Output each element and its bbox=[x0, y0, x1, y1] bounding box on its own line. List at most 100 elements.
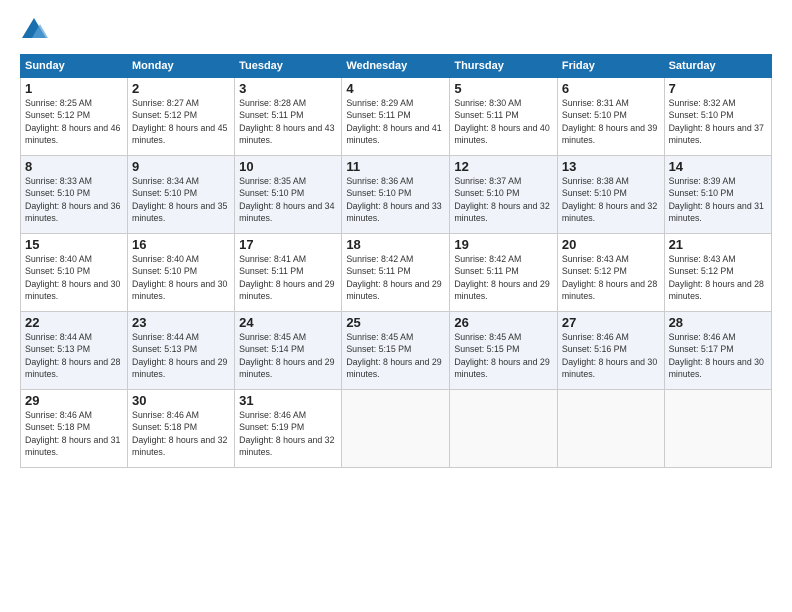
day-cell-22: 22Sunrise: 8:44 AMSunset: 5:13 PMDayligh… bbox=[21, 312, 128, 390]
day-cell-2: 2Sunrise: 8:27 AMSunset: 5:12 PMDaylight… bbox=[128, 78, 235, 156]
day-info: Sunrise: 8:43 AMSunset: 5:12 PMDaylight:… bbox=[562, 253, 660, 302]
day-info: Sunrise: 8:46 AMSunset: 5:19 PMDaylight:… bbox=[239, 409, 337, 458]
calendar-week-1: 1Sunrise: 8:25 AMSunset: 5:12 PMDaylight… bbox=[21, 78, 772, 156]
day-number: 10 bbox=[239, 159, 337, 174]
day-cell-4: 4Sunrise: 8:29 AMSunset: 5:11 PMDaylight… bbox=[342, 78, 450, 156]
day-info: Sunrise: 8:39 AMSunset: 5:10 PMDaylight:… bbox=[669, 175, 767, 224]
day-number: 28 bbox=[669, 315, 767, 330]
day-number: 23 bbox=[132, 315, 230, 330]
day-info: Sunrise: 8:33 AMSunset: 5:10 PMDaylight:… bbox=[25, 175, 123, 224]
day-cell-19: 19Sunrise: 8:42 AMSunset: 5:11 PMDayligh… bbox=[450, 234, 557, 312]
day-number: 30 bbox=[132, 393, 230, 408]
day-info: Sunrise: 8:42 AMSunset: 5:11 PMDaylight:… bbox=[346, 253, 445, 302]
day-cell-8: 8Sunrise: 8:33 AMSunset: 5:10 PMDaylight… bbox=[21, 156, 128, 234]
day-cell-29: 29Sunrise: 8:46 AMSunset: 5:18 PMDayligh… bbox=[21, 390, 128, 468]
col-header-tuesday: Tuesday bbox=[235, 55, 342, 78]
col-header-friday: Friday bbox=[557, 55, 664, 78]
calendar-week-4: 22Sunrise: 8:44 AMSunset: 5:13 PMDayligh… bbox=[21, 312, 772, 390]
day-number: 18 bbox=[346, 237, 445, 252]
logo bbox=[20, 16, 52, 44]
day-cell-1: 1Sunrise: 8:25 AMSunset: 5:12 PMDaylight… bbox=[21, 78, 128, 156]
day-info: Sunrise: 8:44 AMSunset: 5:13 PMDaylight:… bbox=[132, 331, 230, 380]
day-cell-25: 25Sunrise: 8:45 AMSunset: 5:15 PMDayligh… bbox=[342, 312, 450, 390]
empty-cell bbox=[557, 390, 664, 468]
day-cell-26: 26Sunrise: 8:45 AMSunset: 5:15 PMDayligh… bbox=[450, 312, 557, 390]
day-number: 7 bbox=[669, 81, 767, 96]
empty-cell bbox=[664, 390, 771, 468]
day-number: 13 bbox=[562, 159, 660, 174]
day-info: Sunrise: 8:40 AMSunset: 5:10 PMDaylight:… bbox=[25, 253, 123, 302]
day-info: Sunrise: 8:37 AMSunset: 5:10 PMDaylight:… bbox=[454, 175, 552, 224]
calendar-table: SundayMondayTuesdayWednesdayThursdayFrid… bbox=[20, 54, 772, 468]
calendar-week-2: 8Sunrise: 8:33 AMSunset: 5:10 PMDaylight… bbox=[21, 156, 772, 234]
day-number: 19 bbox=[454, 237, 552, 252]
day-cell-17: 17Sunrise: 8:41 AMSunset: 5:11 PMDayligh… bbox=[235, 234, 342, 312]
day-number: 24 bbox=[239, 315, 337, 330]
day-info: Sunrise: 8:30 AMSunset: 5:11 PMDaylight:… bbox=[454, 97, 552, 146]
day-number: 9 bbox=[132, 159, 230, 174]
day-cell-18: 18Sunrise: 8:42 AMSunset: 5:11 PMDayligh… bbox=[342, 234, 450, 312]
day-number: 1 bbox=[25, 81, 123, 96]
day-cell-11: 11Sunrise: 8:36 AMSunset: 5:10 PMDayligh… bbox=[342, 156, 450, 234]
day-info: Sunrise: 8:46 AMSunset: 5:16 PMDaylight:… bbox=[562, 331, 660, 380]
col-header-thursday: Thursday bbox=[450, 55, 557, 78]
day-cell-5: 5Sunrise: 8:30 AMSunset: 5:11 PMDaylight… bbox=[450, 78, 557, 156]
day-info: Sunrise: 8:45 AMSunset: 5:15 PMDaylight:… bbox=[346, 331, 445, 380]
day-number: 20 bbox=[562, 237, 660, 252]
day-cell-31: 31Sunrise: 8:46 AMSunset: 5:19 PMDayligh… bbox=[235, 390, 342, 468]
day-info: Sunrise: 8:46 AMSunset: 5:18 PMDaylight:… bbox=[25, 409, 123, 458]
day-number: 31 bbox=[239, 393, 337, 408]
day-number: 17 bbox=[239, 237, 337, 252]
day-number: 27 bbox=[562, 315, 660, 330]
day-cell-10: 10Sunrise: 8:35 AMSunset: 5:10 PMDayligh… bbox=[235, 156, 342, 234]
day-info: Sunrise: 8:35 AMSunset: 5:10 PMDaylight:… bbox=[239, 175, 337, 224]
empty-cell bbox=[450, 390, 557, 468]
day-info: Sunrise: 8:41 AMSunset: 5:11 PMDaylight:… bbox=[239, 253, 337, 302]
day-info: Sunrise: 8:27 AMSunset: 5:12 PMDaylight:… bbox=[132, 97, 230, 146]
day-info: Sunrise: 8:45 AMSunset: 5:15 PMDaylight:… bbox=[454, 331, 552, 380]
day-info: Sunrise: 8:28 AMSunset: 5:11 PMDaylight:… bbox=[239, 97, 337, 146]
day-info: Sunrise: 8:44 AMSunset: 5:13 PMDaylight:… bbox=[25, 331, 123, 380]
day-cell-14: 14Sunrise: 8:39 AMSunset: 5:10 PMDayligh… bbox=[664, 156, 771, 234]
day-number: 3 bbox=[239, 81, 337, 96]
day-info: Sunrise: 8:42 AMSunset: 5:11 PMDaylight:… bbox=[454, 253, 552, 302]
day-number: 26 bbox=[454, 315, 552, 330]
day-cell-15: 15Sunrise: 8:40 AMSunset: 5:10 PMDayligh… bbox=[21, 234, 128, 312]
calendar-week-5: 29Sunrise: 8:46 AMSunset: 5:18 PMDayligh… bbox=[21, 390, 772, 468]
day-info: Sunrise: 8:40 AMSunset: 5:10 PMDaylight:… bbox=[132, 253, 230, 302]
day-cell-20: 20Sunrise: 8:43 AMSunset: 5:12 PMDayligh… bbox=[557, 234, 664, 312]
day-cell-6: 6Sunrise: 8:31 AMSunset: 5:10 PMDaylight… bbox=[557, 78, 664, 156]
col-header-saturday: Saturday bbox=[664, 55, 771, 78]
day-cell-7: 7Sunrise: 8:32 AMSunset: 5:10 PMDaylight… bbox=[664, 78, 771, 156]
day-number: 21 bbox=[669, 237, 767, 252]
day-cell-27: 27Sunrise: 8:46 AMSunset: 5:16 PMDayligh… bbox=[557, 312, 664, 390]
day-number: 12 bbox=[454, 159, 552, 174]
day-info: Sunrise: 8:32 AMSunset: 5:10 PMDaylight:… bbox=[669, 97, 767, 146]
day-number: 22 bbox=[25, 315, 123, 330]
calendar-page: SundayMondayTuesdayWednesdayThursdayFrid… bbox=[0, 0, 792, 612]
day-cell-16: 16Sunrise: 8:40 AMSunset: 5:10 PMDayligh… bbox=[128, 234, 235, 312]
calendar-header-row: SundayMondayTuesdayWednesdayThursdayFrid… bbox=[21, 55, 772, 78]
day-info: Sunrise: 8:31 AMSunset: 5:10 PMDaylight:… bbox=[562, 97, 660, 146]
day-info: Sunrise: 8:34 AMSunset: 5:10 PMDaylight:… bbox=[132, 175, 230, 224]
day-cell-24: 24Sunrise: 8:45 AMSunset: 5:14 PMDayligh… bbox=[235, 312, 342, 390]
day-number: 25 bbox=[346, 315, 445, 330]
day-cell-9: 9Sunrise: 8:34 AMSunset: 5:10 PMDaylight… bbox=[128, 156, 235, 234]
day-number: 4 bbox=[346, 81, 445, 96]
day-cell-21: 21Sunrise: 8:43 AMSunset: 5:12 PMDayligh… bbox=[664, 234, 771, 312]
day-info: Sunrise: 8:36 AMSunset: 5:10 PMDaylight:… bbox=[346, 175, 445, 224]
day-info: Sunrise: 8:46 AMSunset: 5:18 PMDaylight:… bbox=[132, 409, 230, 458]
header bbox=[20, 16, 772, 44]
day-number: 16 bbox=[132, 237, 230, 252]
day-info: Sunrise: 8:29 AMSunset: 5:11 PMDaylight:… bbox=[346, 97, 445, 146]
day-number: 29 bbox=[25, 393, 123, 408]
day-number: 2 bbox=[132, 81, 230, 96]
day-number: 8 bbox=[25, 159, 123, 174]
day-number: 11 bbox=[346, 159, 445, 174]
day-info: Sunrise: 8:46 AMSunset: 5:17 PMDaylight:… bbox=[669, 331, 767, 380]
day-info: Sunrise: 8:25 AMSunset: 5:12 PMDaylight:… bbox=[25, 97, 123, 146]
logo-icon bbox=[20, 16, 48, 44]
day-cell-3: 3Sunrise: 8:28 AMSunset: 5:11 PMDaylight… bbox=[235, 78, 342, 156]
day-info: Sunrise: 8:38 AMSunset: 5:10 PMDaylight:… bbox=[562, 175, 660, 224]
day-number: 15 bbox=[25, 237, 123, 252]
